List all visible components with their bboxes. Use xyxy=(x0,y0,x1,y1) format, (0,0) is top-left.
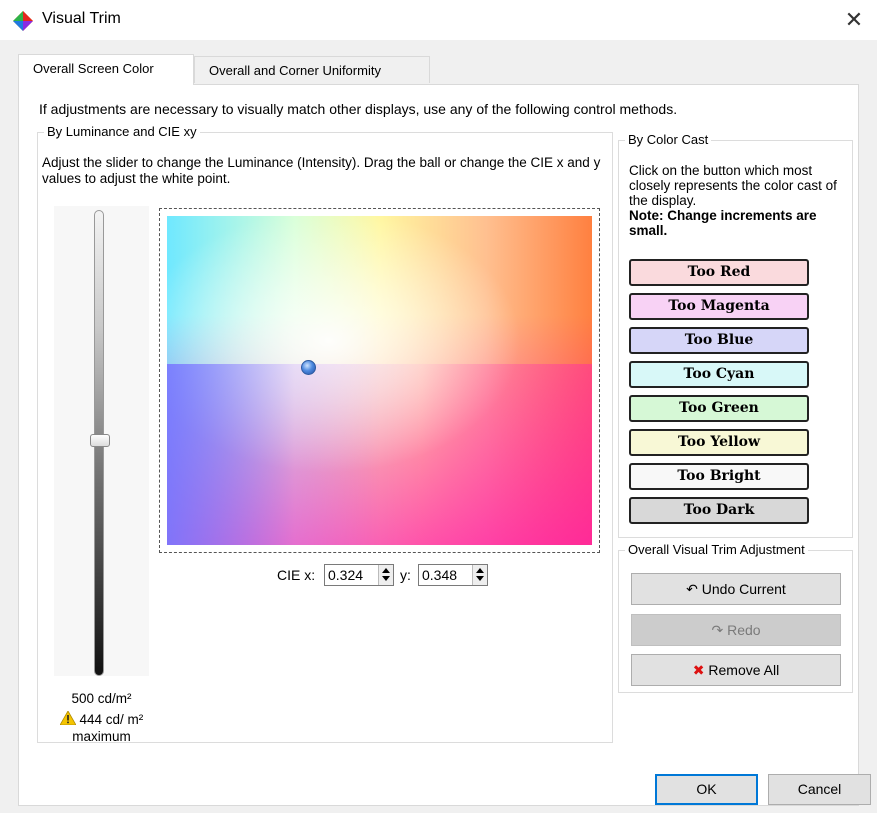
luminance-warning-text: 444 cd/ m² maximum xyxy=(72,712,144,744)
cie-y-spin-buttons[interactable] xyxy=(472,565,487,585)
visual-trim-group: Overall Visual Trim Adjustment ↶ Undo Cu… xyxy=(618,542,853,693)
redo-button[interactable]: ↷ Redo xyxy=(631,614,841,646)
color-cast-note: Note: Change increments are small. xyxy=(629,208,817,238)
spin-up-icon[interactable] xyxy=(476,568,484,573)
tab-overall-corner-uniformity[interactable]: Overall and Corner Uniformity xyxy=(194,56,430,83)
white-point-ball[interactable] xyxy=(301,360,316,375)
luminance-slider[interactable] xyxy=(54,206,149,676)
too-cyan-button[interactable]: Too Cyan xyxy=(629,361,809,388)
tab-page: If adjustments are necessary to visually… xyxy=(18,84,859,806)
cie-x-value[interactable]: 0.324 xyxy=(328,567,363,583)
spin-up-icon[interactable] xyxy=(382,568,390,573)
cancel-button[interactable]: Cancel xyxy=(768,774,871,805)
cie-y-label: y: xyxy=(400,567,411,583)
warning-icon xyxy=(59,711,76,725)
color-cast-instructions: Click on the button which most closely r… xyxy=(629,163,837,208)
cie-color-field[interactable] xyxy=(167,216,592,545)
too-dark-button[interactable]: Too Dark xyxy=(629,497,809,524)
redo-icon: ↷ xyxy=(711,622,724,638)
luminance-slider-thumb[interactable] xyxy=(90,434,110,447)
undo-current-label: Undo Current xyxy=(701,581,786,597)
close-icon[interactable]: ✕ xyxy=(831,0,877,40)
remove-all-label: Remove All xyxy=(708,662,780,678)
spin-down-icon[interactable] xyxy=(476,576,484,581)
luminance-group: By Luminance and CIE xy Adjust the slide… xyxy=(37,124,613,745)
cie-x-spin-buttons[interactable] xyxy=(378,565,393,585)
cie-y-spinner[interactable]: 0.348 xyxy=(418,564,488,586)
color-cast-group-title: By Color Cast xyxy=(625,132,712,147)
cie-x-spinner[interactable]: 0.324 xyxy=(324,564,394,586)
too-magenta-button[interactable]: Too Magenta xyxy=(629,293,809,320)
too-red-button[interactable]: Too Red xyxy=(629,259,809,286)
redo-label: Redo xyxy=(727,622,761,638)
spin-down-icon[interactable] xyxy=(382,576,390,581)
too-green-button[interactable]: Too Green xyxy=(629,395,809,422)
cie-xy-plot[interactable] xyxy=(159,208,600,553)
intro-text: If adjustments are necessary to visually… xyxy=(39,101,678,117)
remove-icon: ✖ xyxy=(692,662,705,678)
ok-button[interactable]: OK xyxy=(655,774,758,805)
too-yellow-button[interactable]: Too Yellow xyxy=(629,429,809,456)
luminance-value: 500 cd/m² xyxy=(71,691,132,706)
app-icon xyxy=(13,11,33,31)
cie-x-label: CIE x: xyxy=(277,567,316,583)
title-bar: Visual Trim ✕ xyxy=(0,0,877,40)
luminance-description: Adjust the slider to change the Luminanc… xyxy=(42,155,601,186)
too-bright-button[interactable]: Too Bright xyxy=(629,463,809,490)
undo-current-button[interactable]: ↶ Undo Current xyxy=(631,573,841,605)
luminance-group-title: By Luminance and CIE xy xyxy=(44,124,200,139)
window-title: Visual Trim xyxy=(42,10,121,27)
cie-y-value[interactable]: 0.348 xyxy=(422,567,457,583)
remove-all-button[interactable]: ✖ Remove All xyxy=(631,654,841,686)
tab-overall-screen-color[interactable]: Overall Screen Color xyxy=(18,54,194,85)
too-blue-button[interactable]: Too Blue xyxy=(629,327,809,354)
dialog-body: Overall Screen Color Overall and Corner … xyxy=(0,40,877,813)
undo-icon: ↶ xyxy=(686,581,698,597)
color-cast-group: By Color Cast Click on the button which … xyxy=(618,132,853,538)
color-cast-description: Click on the button which most closely r… xyxy=(629,163,844,238)
luminance-warning: 444 cd/ m² maximum xyxy=(44,711,159,745)
visual-trim-group-title: Overall Visual Trim Adjustment xyxy=(625,542,808,557)
